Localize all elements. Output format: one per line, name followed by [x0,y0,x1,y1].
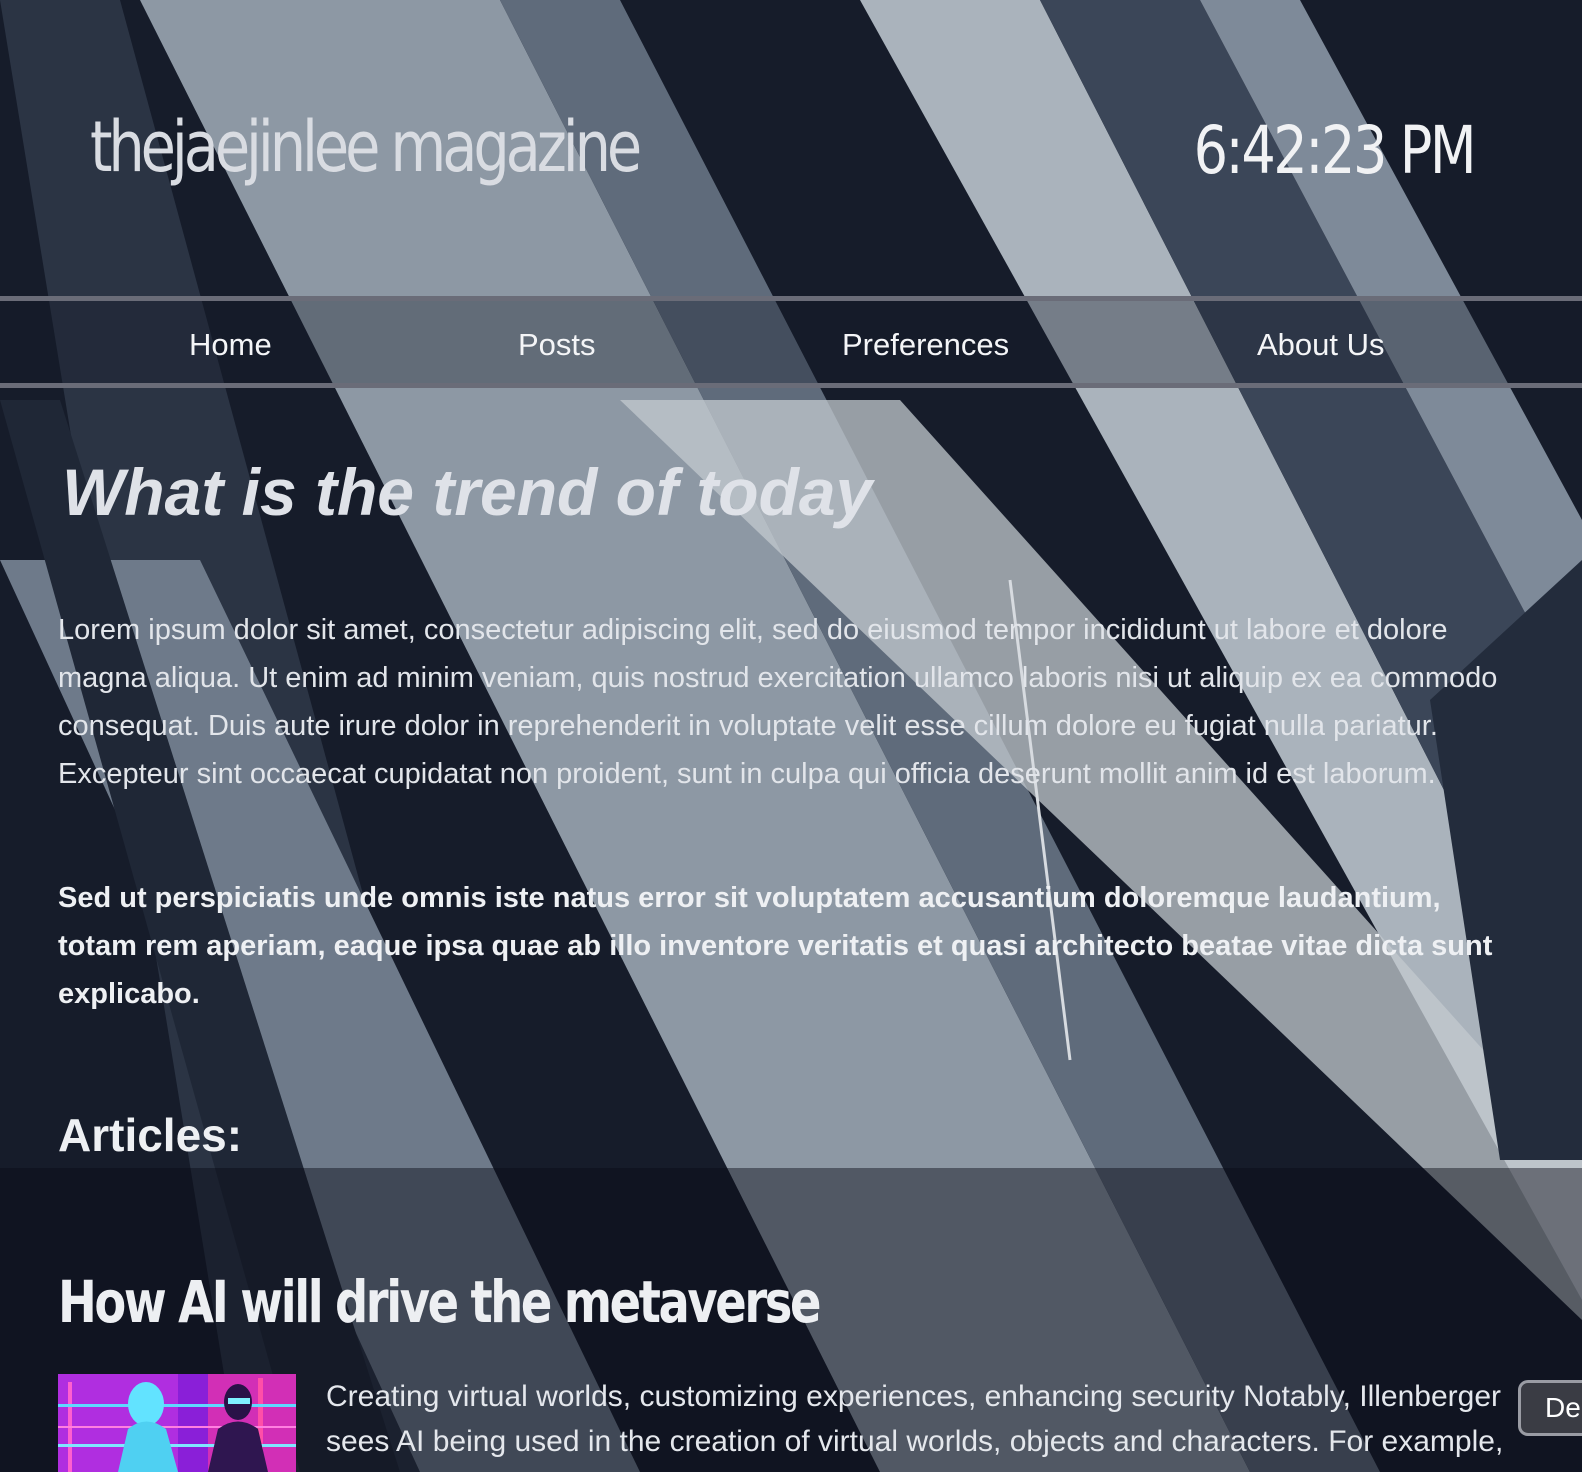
clock: 6:42:23 PM [1193,112,1476,189]
nav-item-posts[interactable]: Posts [518,327,596,363]
article-thumbnail[interactable] [58,1374,296,1472]
article-excerpt-line: Creating virtual worlds, customizing exp… [326,1380,1502,1413]
intro-paragraph: Lorem ipsum dolor sit amet, consectetur … [58,614,1498,790]
article-thumbnail-image [58,1374,296,1472]
main-nav: Home Posts Preferences About Us [0,296,1582,388]
article-excerpt: Creating virtual worlds, customizing exp… [326,1374,1582,1464]
article-excerpt-line: sees AI being used in the creation of vi… [326,1425,1504,1458]
article-title[interactable]: How AI will drive the metaverse [58,1268,822,1336]
floating-action-button[interactable]: De [1518,1380,1582,1436]
nav-item-preferences[interactable]: Preferences [842,327,1009,363]
articles-heading: Articles: [58,1109,243,1161]
page-title: What is the trend of today [62,455,873,529]
site-header: thejaejinlee magazine 6:42:23 PM [0,0,1582,296]
bold-paragraph: Sed ut perspiciatis unde omnis iste natu… [58,882,1493,1010]
nav-item-home[interactable]: Home [189,327,272,363]
nav-item-about-us[interactable]: About Us [1257,327,1385,363]
site-title[interactable]: thejaejinlee magazine [90,106,642,188]
